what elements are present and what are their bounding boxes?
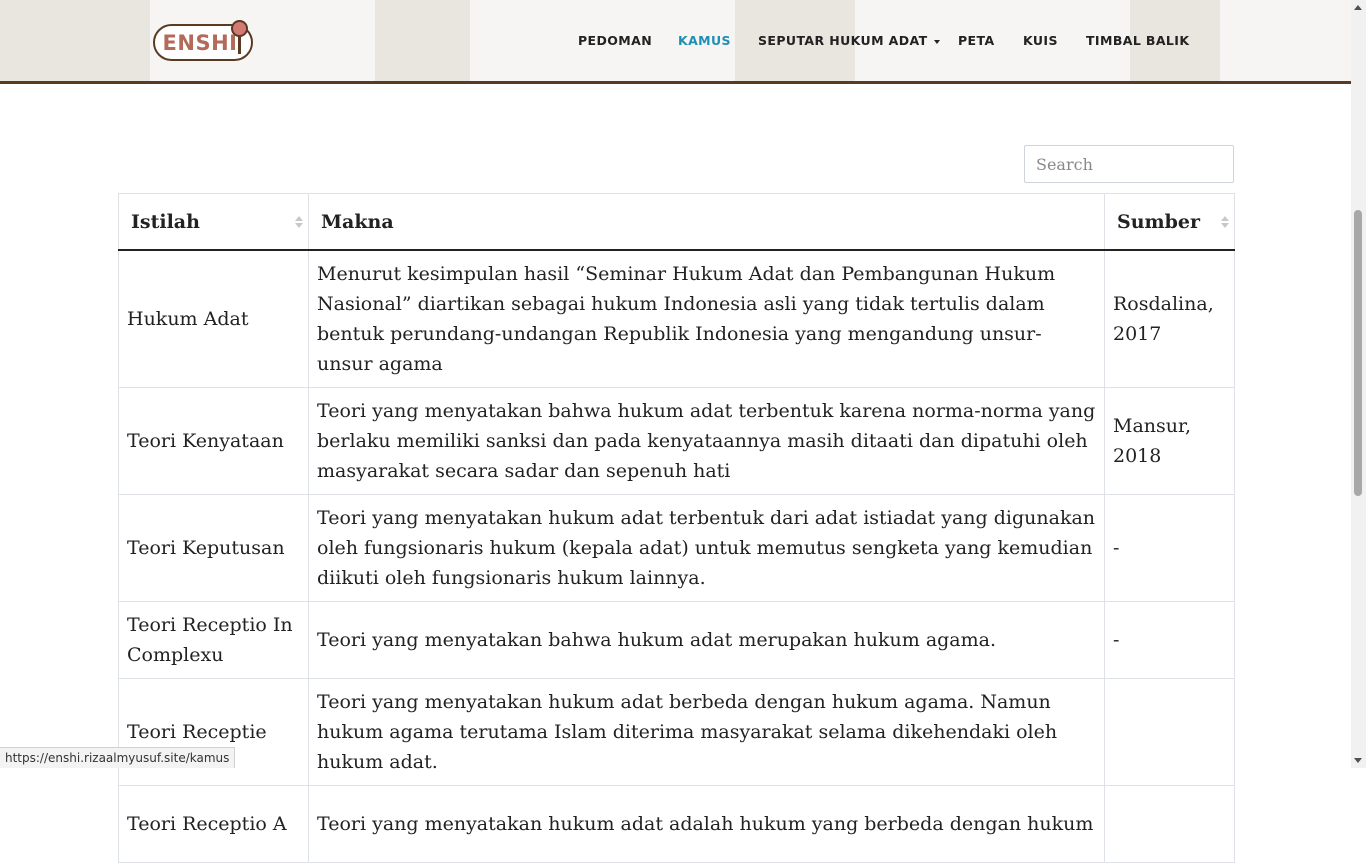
cell-makna: Menurut kesimpulan hasil “Seminar Hukum … [308, 249, 1105, 388]
column-header-istilah[interactable]: Istilah [118, 193, 309, 251]
cell-makna: Teori yang menyatakan hukum adat terbent… [308, 494, 1105, 602]
scroll-up-arrow-icon[interactable] [1354, 5, 1362, 10]
table-row: Teori Receptio A Teori yang menyatakan h… [118, 785, 1235, 863]
table-row: Hukum Adat Menurut kesimpulan hasil “Sem… [118, 249, 1235, 388]
nav-item-seputar-hukum-adat[interactable]: SEPUTAR HUKUM ADAT [758, 33, 940, 48]
nav-item-timbal-balik[interactable]: TIMBAL BALIK [1086, 33, 1189, 48]
cell-istilah: Teori Receptie [118, 678, 309, 786]
cell-makna: Teori yang menyatakan hukum adat adalah … [308, 785, 1105, 863]
cell-makna: Teori yang menyatakan hukum adat berbeda… [308, 678, 1105, 786]
cell-sumber: Mansur, 2018 [1104, 387, 1235, 495]
header-background-shape [0, 0, 150, 84]
table-header-row: Istilah Makna Sumber [118, 193, 1235, 251]
magnifier-icon [231, 20, 248, 37]
site-logo[interactable]: ENSHI [153, 20, 253, 61]
search-input[interactable] [1024, 145, 1234, 183]
cell-makna: Teori yang menyatakan bahwa hukum adat t… [308, 387, 1105, 495]
cell-makna: Teori yang menyatakan bahwa hukum adat m… [308, 601, 1105, 679]
cell-istilah: Teori Keputusan [118, 494, 309, 602]
cell-istilah: Hukum Adat [118, 249, 309, 388]
logo-text: ENSHI [162, 30, 238, 55]
header-background-shape [375, 0, 470, 84]
cell-sumber: - [1104, 601, 1235, 679]
nav-item-kuis[interactable]: KUIS [1023, 33, 1058, 48]
cell-istilah: Teori Kenyataan [118, 387, 309, 495]
column-header-sumber[interactable]: Sumber [1104, 193, 1235, 251]
magnifier-handle [238, 36, 241, 54]
scrollbar-thumb[interactable] [1354, 210, 1362, 496]
cell-sumber: - [1104, 494, 1235, 602]
scroll-down-arrow-icon[interactable] [1354, 758, 1362, 763]
sort-icon [295, 215, 303, 228]
table-row: Teori Kenyataan Teori yang menyatakan ba… [118, 387, 1235, 495]
table-row: Teori Receptie Teori yang menyatakan huk… [118, 678, 1235, 786]
cell-istilah: Teori Receptio A [118, 785, 309, 863]
table-row: Teori Receptio In Complexu Teori yang me… [118, 601, 1235, 679]
column-header-label: Makna [321, 210, 394, 233]
table-row: Teori Keputusan Teori yang menyatakan hu… [118, 494, 1235, 602]
browser-status-url: https://enshi.rizaalmyusuf.site/kamus [0, 747, 236, 768]
column-header-label: Sumber [1117, 210, 1201, 233]
column-header-label: Istilah [131, 210, 200, 233]
site-header: ENSHI PEDOMAN KAMUS SEPUTAR HUKUM ADAT P… [0, 0, 1351, 84]
cell-istilah: Teori Receptio In Complexu [118, 601, 309, 679]
cell-sumber: Rosdalina, 2017 [1104, 249, 1235, 388]
nav-item-kamus[interactable]: KAMUS [678, 33, 731, 48]
kamus-table: Istilah Makna Sumber Hukum Adat Menurut … [118, 193, 1235, 863]
column-header-makna[interactable]: Makna [308, 193, 1105, 251]
nav-item-peta[interactable]: PETA [958, 33, 995, 48]
header-bottom-border [0, 81, 1351, 84]
sort-icon [1221, 215, 1229, 228]
nav-item-pedoman[interactable]: PEDOMAN [578, 33, 652, 48]
caret-down-icon [933, 39, 940, 44]
page-scrollbar[interactable] [1351, 0, 1366, 768]
cell-sumber [1104, 678, 1235, 786]
cell-sumber [1104, 785, 1235, 863]
nav-item-label: SEPUTAR HUKUM ADAT [758, 33, 928, 48]
